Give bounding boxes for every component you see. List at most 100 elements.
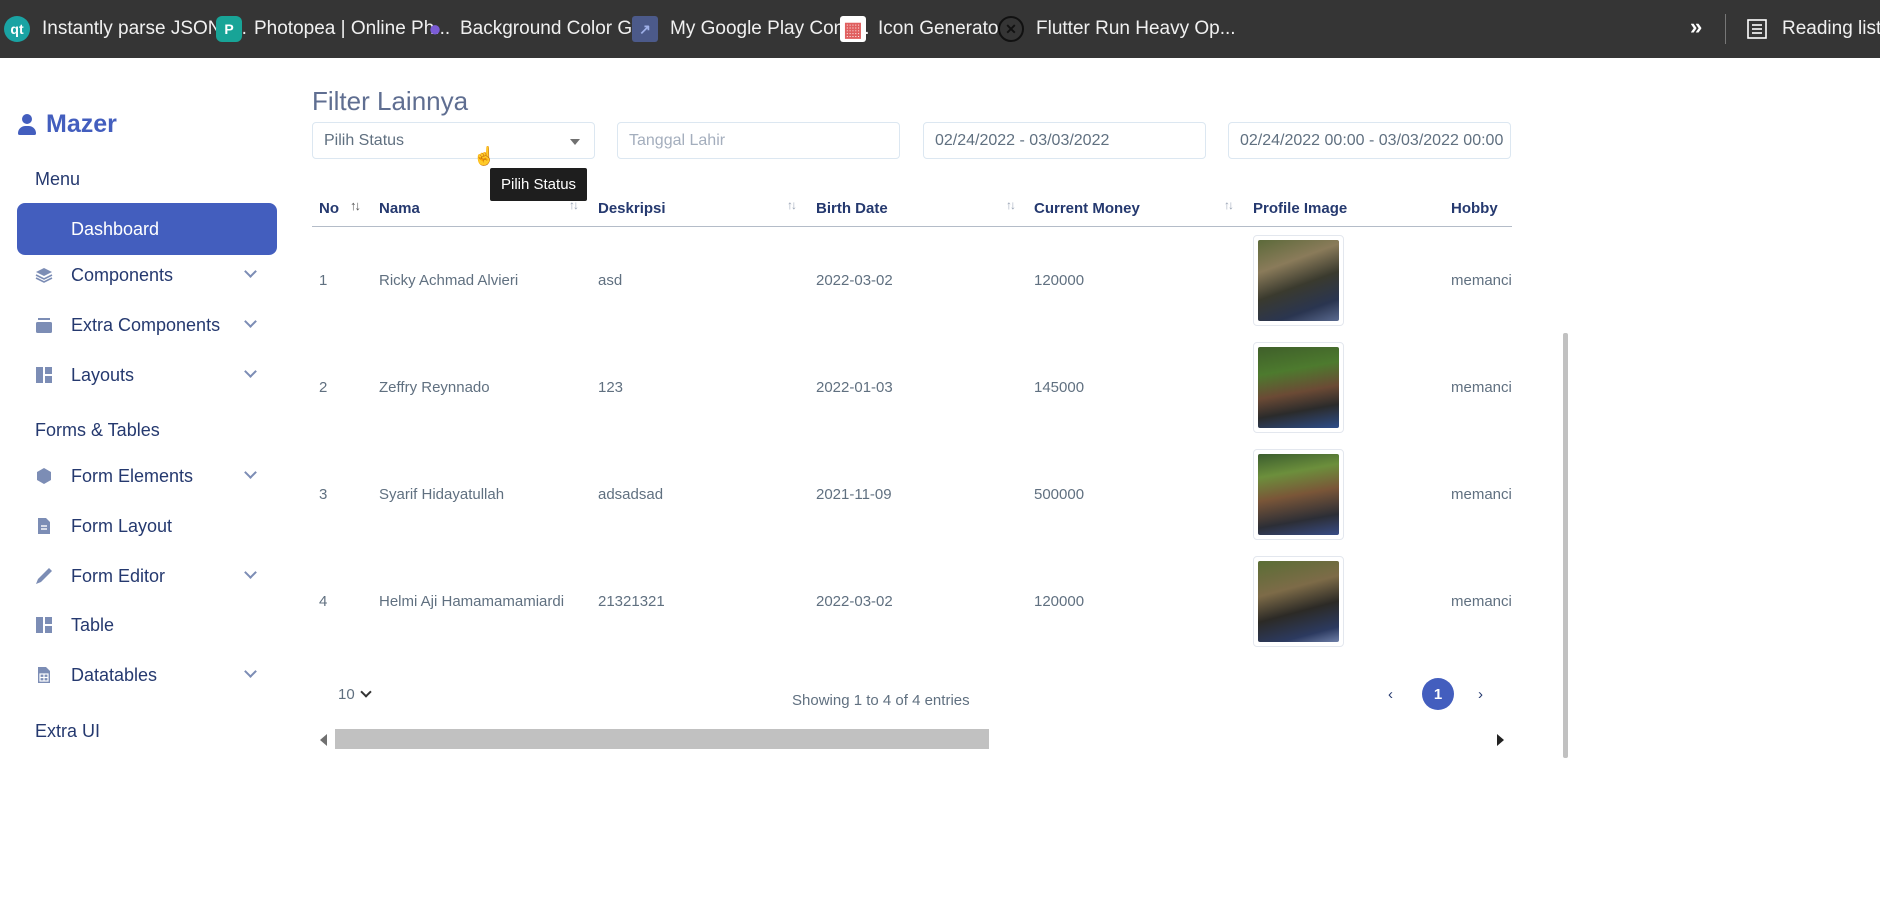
- sidebar-section-menu: Menu: [35, 169, 81, 189]
- sidebar-item-extra-components[interactable]: Extra Components: [17, 299, 277, 351]
- hand-cursor-icon: ☝: [473, 146, 496, 166]
- sidebar-item-datatables[interactable]: Datatables: [17, 649, 277, 701]
- date-range-input[interactable]: 02/24/2022 - 03/03/2022: [923, 122, 1206, 159]
- cell-hobby: memancii: [1451, 379, 1512, 396]
- profile-image: [1253, 235, 1344, 326]
- cell-hobby: memancii: [1451, 486, 1512, 503]
- bookmark-google-play-console[interactable]: ↗ My Google Play Cons...: [632, 0, 870, 58]
- cell-no: 2: [319, 379, 328, 396]
- qt-icon: qt: [4, 16, 30, 42]
- chevron-down-icon: [244, 315, 257, 328]
- sidebar-item-label: Form Layout: [71, 515, 173, 536]
- reading-list-label: Reading list: [1782, 18, 1880, 39]
- collection-icon: [35, 316, 53, 334]
- scroll-left-arrow-icon[interactable]: [320, 734, 327, 746]
- person-icon: [18, 113, 36, 136]
- pagination-prev[interactable]: ‹: [1388, 686, 1393, 703]
- scrollbar-thumb[interactable]: [335, 729, 989, 749]
- sidebar-item-form-layout[interactable]: Form Layout: [17, 500, 277, 552]
- hexagon-icon: [35, 467, 53, 485]
- pen-icon: [35, 567, 53, 585]
- bookmark-icon-generator[interactable]: ▦ Icon Generator: [840, 0, 1005, 58]
- sort-icon: ↑↓: [1006, 198, 1016, 212]
- cell-no: 4: [319, 593, 328, 610]
- bookmark-json-parser[interactable]: qt Instantly parse JSON i...: [4, 0, 247, 58]
- column-deskripsi[interactable]: Deskripsi: [598, 190, 666, 227]
- chevron-down-icon: [244, 265, 257, 278]
- bookmark-photopea[interactable]: P Photopea | Online Ph...: [216, 0, 450, 58]
- profile-image: [1253, 556, 1344, 647]
- sidebar-item-table[interactable]: Table: [17, 599, 277, 651]
- bookmark-label: Photopea | Online Ph...: [254, 18, 451, 39]
- date-range-value: 02/24/2022 - 03/03/2022: [935, 132, 1110, 149]
- table-header: No ↑↓ Nama ↑↓ Deskripsi ↑↓ Birth Date ↑↓…: [312, 190, 1512, 227]
- sidebar-item-components[interactable]: Components: [17, 249, 277, 301]
- sort-asc-icon: ↑↓: [350, 198, 361, 213]
- page-length-value: 10: [338, 685, 355, 703]
- sidebar-item-label: Table: [71, 614, 115, 635]
- bookmark-background-color[interactable]: ● Background Color Gr...: [422, 0, 653, 58]
- brand-logo[interactable]: Mazer: [18, 110, 117, 139]
- sidebar-section-extra-ui: Extra UI: [35, 721, 101, 741]
- cell-nama: Ricky Achmad Alvieri: [379, 272, 519, 289]
- sidebar-item-dashboard[interactable]: Dashboard: [17, 203, 277, 255]
- sort-icon: ↑↓: [569, 198, 579, 212]
- sidebar-item-form-elements[interactable]: Form Elements: [17, 450, 277, 502]
- file-text-icon: [35, 517, 53, 535]
- column-profile-image: Profile Image: [1253, 200, 1348, 217]
- horizontal-scrollbar[interactable]: [312, 729, 1512, 749]
- sort-icon: ↑↓: [1224, 198, 1234, 212]
- page-length-select[interactable]: 10: [338, 676, 378, 712]
- table-info: Showing 1 to 4 of 4 entries: [792, 692, 970, 709]
- pagination-next[interactable]: ›: [1478, 686, 1483, 703]
- sidebar-item-label: Layouts: [71, 364, 135, 385]
- status-select[interactable]: Pilih Status: [312, 122, 595, 159]
- sidebar-section-forms-tables: Forms & Tables: [35, 420, 160, 440]
- caret-down-icon: [570, 139, 580, 145]
- datetime-range-input[interactable]: 02/24/2022 00:00 - 03/03/2022 00:00: [1228, 122, 1511, 159]
- chevron-down-icon: [244, 365, 257, 378]
- column-hobby: Hobby: [1451, 200, 1498, 217]
- cell-deskripsi: asd: [598, 272, 623, 289]
- scroll-right-arrow-icon[interactable]: [1497, 734, 1504, 746]
- table-layout-icon: [35, 616, 53, 634]
- grid-icon: [35, 220, 53, 238]
- bookmarks-bar: qt Instantly parse JSON i... P Photopea …: [0, 0, 1880, 58]
- sidebar-item-label: Extra Components: [71, 314, 221, 335]
- cell-birth-date: 2022-01-03: [816, 379, 893, 396]
- chevron-down-icon: [244, 665, 257, 678]
- column-no[interactable]: No: [319, 190, 339, 227]
- reading-list-button[interactable]: Reading list: [1744, 0, 1880, 58]
- x-icon: ✕: [998, 16, 1024, 42]
- table-row: 3 Syarif Hidayatullah adsadsad 2021-11-0…: [312, 441, 1512, 548]
- cell-deskripsi: 123: [598, 379, 624, 396]
- pagination-page-1[interactable]: 1: [1422, 678, 1454, 710]
- cell-nama: Syarif Hidayatullah: [379, 486, 505, 503]
- cell-hobby: memancii: [1451, 272, 1512, 289]
- cell-deskripsi: adsadsad: [598, 486, 664, 503]
- profile-image: [1253, 342, 1344, 433]
- more-bookmarks-chevron-icon[interactable]: »: [1690, 14, 1702, 40]
- column-birth-date[interactable]: Birth Date: [816, 190, 888, 227]
- vertical-scrollbar[interactable]: [1563, 333, 1568, 758]
- cell-nama: Zeffry Reynnado: [379, 379, 490, 396]
- chart-icon: ↗: [632, 16, 658, 42]
- chevron-down-icon: [360, 686, 372, 698]
- stack-icon: [35, 266, 53, 284]
- profile-image: [1253, 449, 1344, 540]
- bookmark-flutter-run[interactable]: ✕ Flutter Run Heavy Op...: [998, 0, 1236, 58]
- column-nama[interactable]: Nama: [379, 190, 420, 227]
- sidebar-item-layouts[interactable]: Layouts: [17, 349, 277, 401]
- sidebar-item-form-editor[interactable]: Form Editor: [17, 550, 277, 602]
- cell-hobby: memancii: [1451, 593, 1512, 610]
- cell-current-money: 120000: [1034, 272, 1085, 289]
- column-current-money[interactable]: Current Money: [1034, 190, 1140, 227]
- profile-photo: [1258, 240, 1339, 321]
- cell-nama: Helmi Aji Hamamamamiardi: [379, 593, 565, 610]
- sidebar-item-label: Datatables: [71, 664, 158, 685]
- birth-date-input[interactable]: Tanggal Lahir: [617, 122, 900, 159]
- planet-icon: ●: [428, 16, 442, 41]
- brand-name: Mazer: [46, 110, 117, 138]
- profile-photo: [1258, 347, 1339, 428]
- layout-icon: [35, 366, 53, 384]
